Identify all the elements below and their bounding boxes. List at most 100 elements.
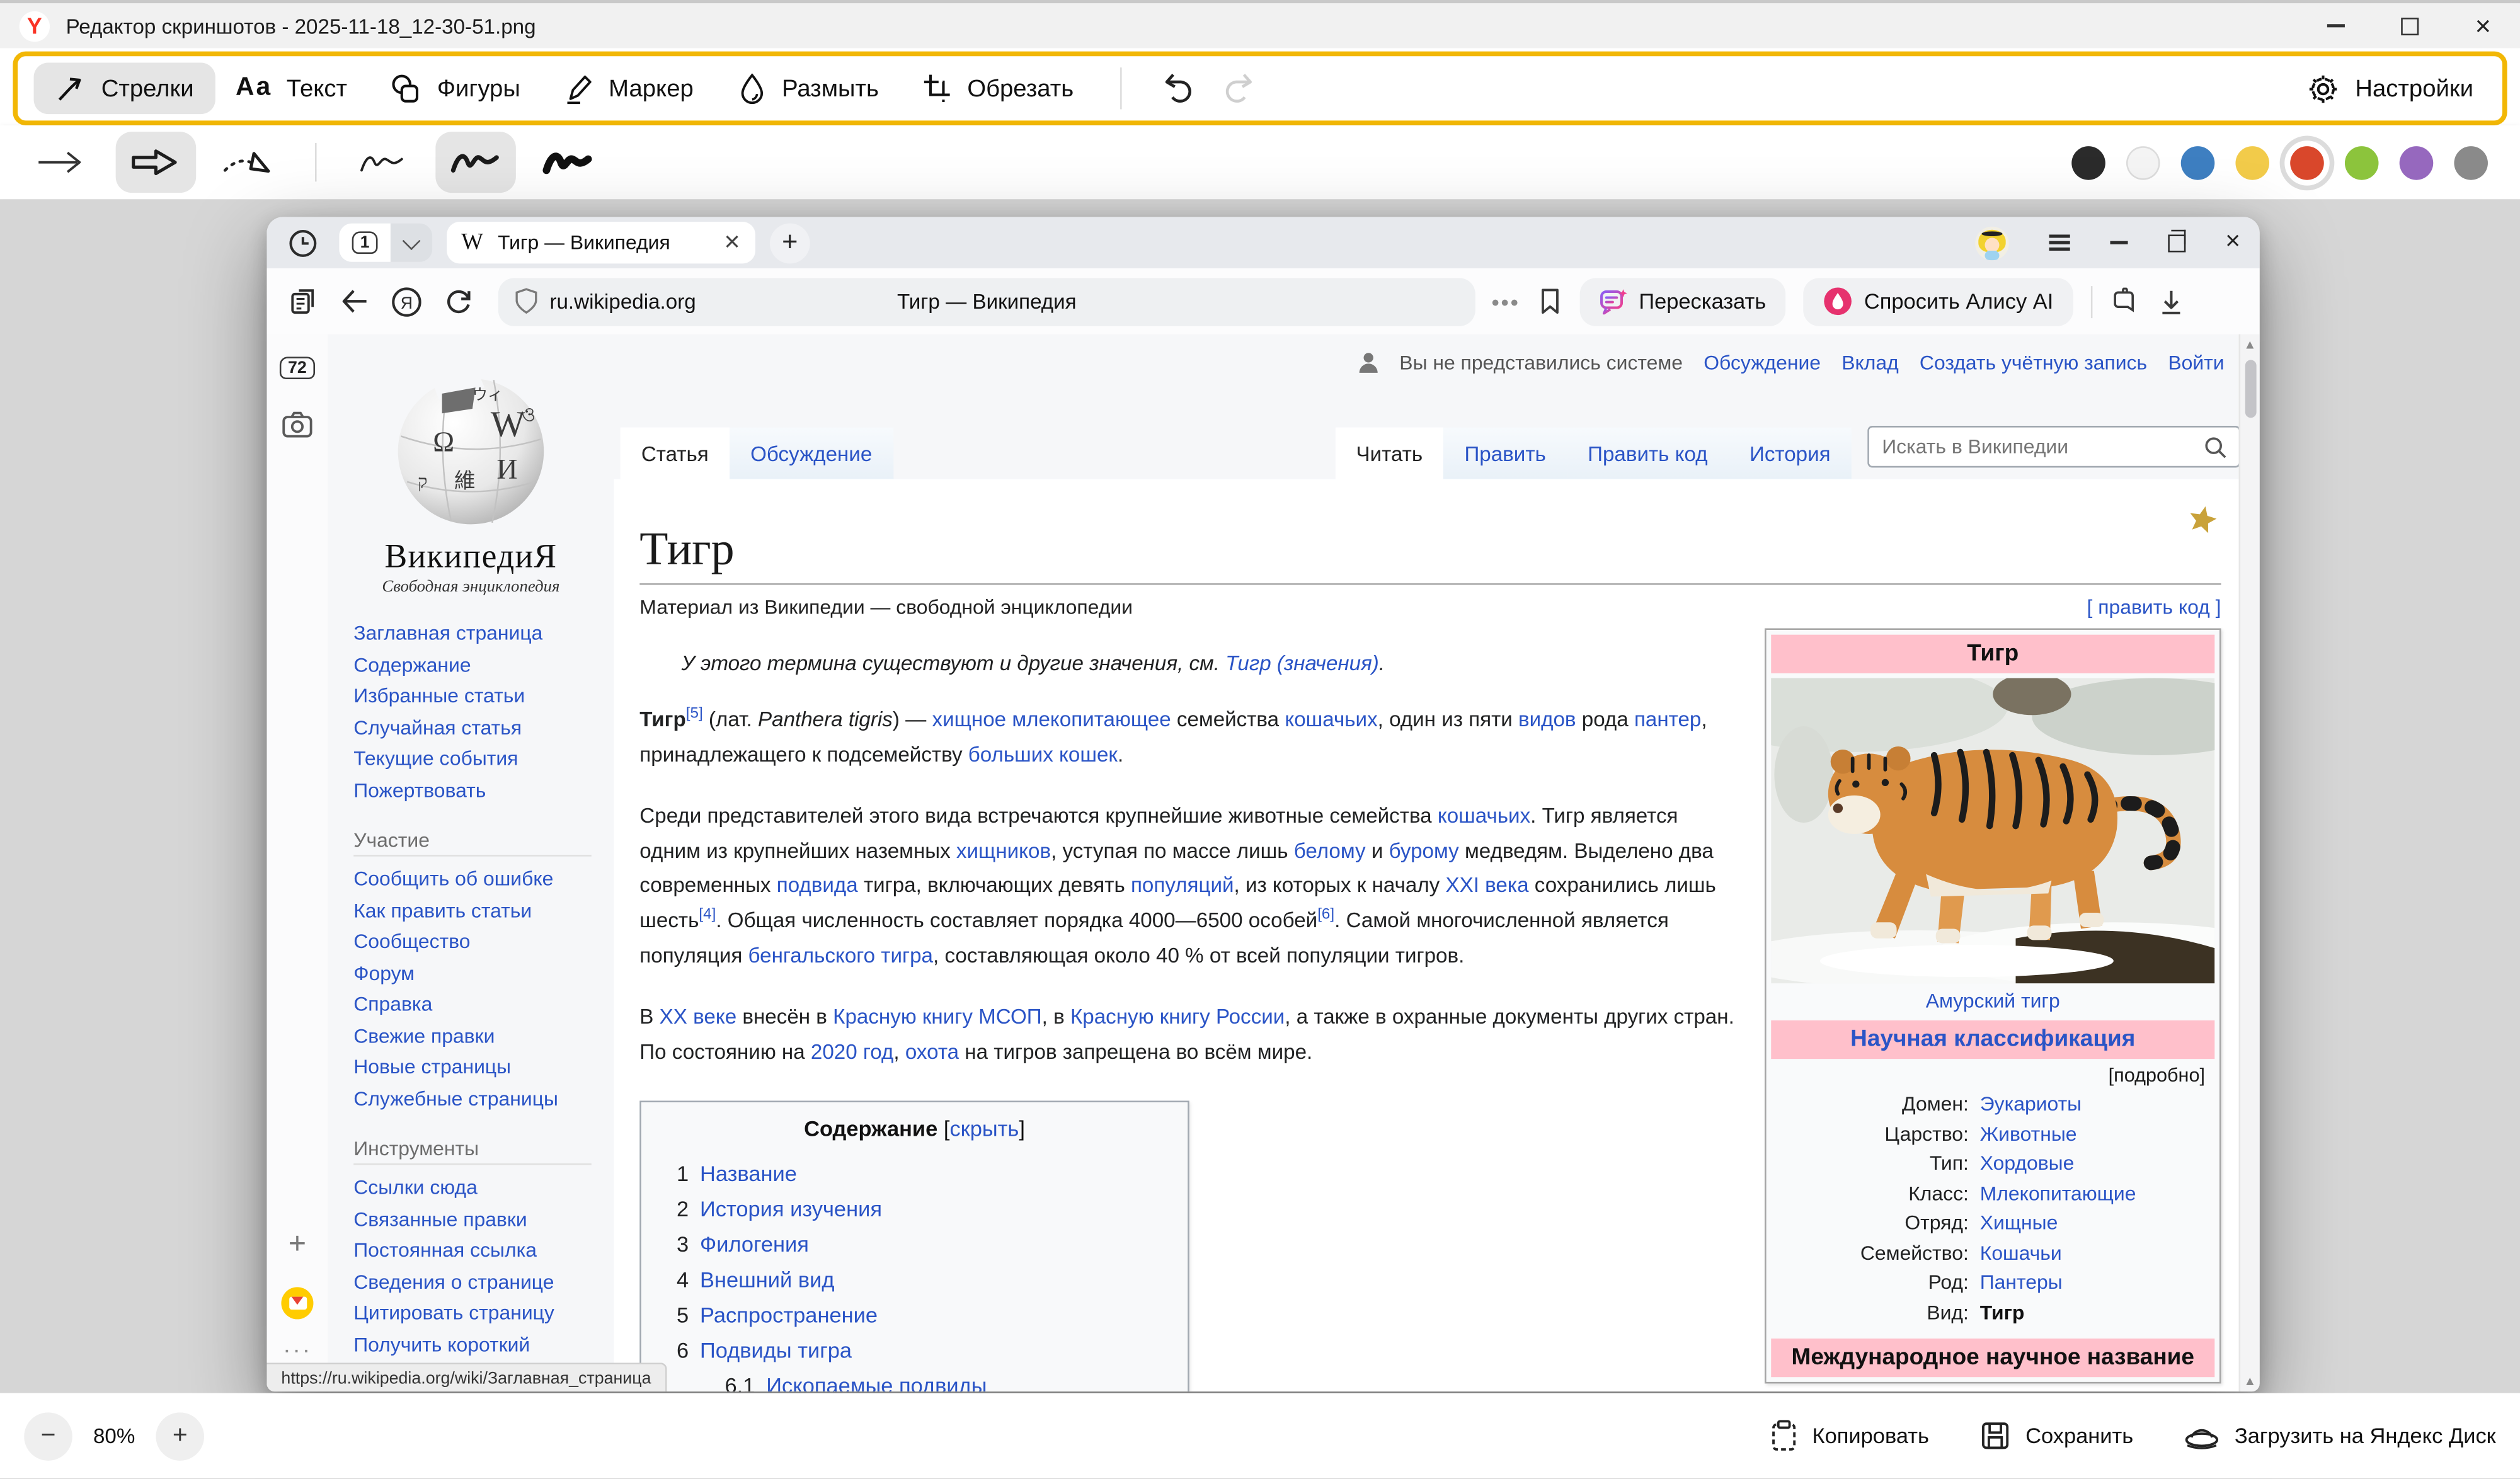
infobox-caption[interactable]: Амурский тигр	[1926, 990, 2060, 1012]
upload-to-disk-button[interactable]: Загрузить на Яндекс Диск	[2185, 1420, 2496, 1451]
browser-menu-icon[interactable]	[2049, 234, 2070, 251]
reload-button[interactable]	[444, 286, 474, 316]
editor-canvas[interactable]: 1 W Тигр — Википедия ✕ + ×	[0, 199, 2520, 1393]
new-tab-button[interactable]: +	[770, 222, 810, 263]
notes-counter-badge[interactable]: 72	[280, 357, 314, 379]
sidebar-link[interactable]: Избранные статьи	[353, 685, 525, 707]
toc-toggle[interactable]: скрыть	[949, 1117, 1019, 1141]
taxon-value[interactable]: Хордовые	[1980, 1152, 2208, 1175]
sidebar-link[interactable]: Постоянная ссылка	[353, 1239, 537, 1262]
stroke-thin[interactable]	[342, 132, 423, 193]
color-swatch-0[interactable]	[2071, 146, 2105, 180]
wiki-link[interactable]: XXI века	[1445, 873, 1528, 897]
sidebar-link[interactable]: Получить короткий	[353, 1333, 530, 1356]
scroll-down-icon[interactable]: ▲	[2243, 1376, 2256, 1388]
taxon-value[interactable]: Кошачьи	[1980, 1242, 2208, 1264]
reference-link[interactable]: [5]	[686, 705, 703, 722]
bookmark-icon[interactable]	[1538, 288, 1562, 315]
wiki-link[interactable]: больших кошек	[968, 742, 1118, 766]
color-swatch-1[interactable]	[2126, 146, 2160, 180]
edit-code-link[interactable]: [ править код ]	[2087, 596, 2221, 619]
wiki-link[interactable]: бенгальского тигра	[748, 942, 933, 966]
sidebar-link[interactable]: Свежие правки	[353, 1024, 495, 1047]
color-swatch-4[interactable]	[2290, 146, 2324, 180]
wiki-tab[interactable]: Править	[1443, 428, 1567, 481]
tiger-image[interactable]	[1771, 678, 2214, 984]
personal-link[interactable]: Обсуждение	[1704, 352, 1821, 375]
sidebar-link[interactable]: Пожертвовать	[353, 779, 486, 801]
toc-link[interactable]: Подвиды тигра	[700, 1339, 852, 1363]
arrow-style-dotted[interactable]	[209, 132, 290, 193]
sidebar-panels-icon[interactable]	[288, 286, 318, 316]
color-swatch-5[interactable]	[2345, 146, 2379, 180]
wiki-link[interactable]: кошачьих	[1285, 707, 1377, 731]
browser-minimize-button[interactable]	[2110, 241, 2128, 244]
wiki-link[interactable]: XX веке	[660, 1005, 736, 1029]
wiki-search-box[interactable]	[1867, 426, 2240, 467]
copy-button[interactable]: Копировать	[1769, 1419, 1929, 1453]
details-link[interactable]: [подробно]	[1771, 1059, 2214, 1093]
zoom-out-button[interactable]: −	[24, 1412, 72, 1460]
reference-link[interactable]: [4]	[699, 906, 716, 923]
ask-alice-button[interactable]: Спросить Алису AI	[1803, 277, 2073, 326]
toc-link[interactable]: Ископаемые подвиды	[766, 1374, 987, 1391]
sidebar-link[interactable]: Справка	[353, 993, 432, 1016]
wiki-link[interactable]: пантер	[1634, 707, 1701, 731]
sidebar-link[interactable]: Содержание	[353, 653, 471, 676]
wiki-tab[interactable]: Править код	[1567, 428, 1729, 481]
wiki-tab[interactable]: Статья	[621, 428, 730, 481]
tab-close-icon[interactable]: ✕	[723, 230, 741, 256]
sidebar-link[interactable]: Ссылки сюда	[353, 1176, 478, 1199]
screenshot-camera-icon[interactable]	[281, 410, 313, 439]
tool-crop[interactable]: Обрезать	[900, 62, 1094, 114]
wiki-link[interactable]: подвида	[777, 873, 858, 897]
mail-icon[interactable]	[281, 1287, 313, 1319]
wiki-link[interactable]: кошачьих	[1438, 804, 1530, 828]
wiki-tab[interactable]: Читать	[1335, 428, 1443, 481]
maximize-button[interactable]	[2372, 3, 2446, 48]
wiki-link[interactable]: бурому	[1389, 838, 1459, 862]
minimize-button[interactable]	[2298, 3, 2372, 48]
download-icon[interactable]	[2158, 287, 2184, 316]
sidebar-link[interactable]: Сообщество	[353, 930, 470, 953]
taxon-value[interactable]: Млекопитающие	[1980, 1182, 2208, 1204]
toc-link[interactable]: История изучения	[700, 1197, 882, 1221]
wiki-link[interactable]: хищное млекопитающее	[932, 707, 1171, 731]
sidebar-link[interactable]: Случайная статья	[353, 716, 522, 738]
browser-tab[interactable]: W Тигр — Википедия ✕	[447, 222, 755, 263]
tab-counter-chevron[interactable]	[391, 224, 432, 262]
sidebar-link[interactable]: Новые страницы	[353, 1056, 511, 1078]
color-swatch-6[interactable]	[2400, 146, 2434, 180]
wiki-tab[interactable]: История	[1729, 428, 1852, 481]
sidebar-link[interactable]: Сообщить об ошибке	[353, 868, 553, 891]
alice-avatar[interactable]	[1974, 226, 2008, 260]
taxon-value[interactable]: Пантеры	[1980, 1271, 2208, 1294]
arrow-style-outline[interactable]	[116, 132, 197, 193]
tool-marker[interactable]: Маркер	[541, 62, 714, 114]
tool-shapes[interactable]: Фигуры	[368, 62, 541, 115]
wiki-link[interactable]: Тигр (значения)	[1225, 651, 1379, 675]
taxon-value[interactable]: Животные	[1980, 1122, 2208, 1145]
wiki-link[interactable]: белому	[1294, 838, 1366, 862]
wiki-wordmark[interactable]: ВикипедиЯ	[328, 537, 614, 577]
more-menu-icon[interactable]: •••	[1491, 288, 1520, 314]
tool-text[interactable]: Аа Текст	[215, 64, 368, 113]
undo-button[interactable]	[1148, 62, 1209, 114]
redo-button[interactable]	[1208, 62, 1269, 114]
search-input[interactable]	[1869, 435, 2204, 458]
sidebar-link[interactable]: Связанные правки	[353, 1208, 527, 1230]
wiki-link[interactable]: 2020 год	[811, 1039, 893, 1063]
toc-link[interactable]: Филогения	[700, 1233, 809, 1257]
add-panel-icon[interactable]: +	[289, 1230, 306, 1260]
back-button[interactable]	[339, 288, 369, 315]
sidebar-link[interactable]: Как править статьи	[353, 899, 532, 922]
tool-blur[interactable]: Размыть	[714, 62, 900, 114]
taxon-value[interactable]: Эукариоты	[1980, 1093, 2208, 1116]
personal-link[interactable]: Вклад	[1841, 352, 1899, 375]
taxon-value[interactable]: Хищные	[1980, 1211, 2208, 1234]
scroll-up-icon[interactable]: ▲	[2243, 339, 2256, 351]
wiki-link[interactable]: популяций	[1131, 873, 1234, 897]
arrow-style-thin[interactable]	[23, 132, 103, 193]
wiki-link[interactable]: охота	[905, 1039, 959, 1063]
page-scrollbar[interactable]: ▲ ▲	[2239, 334, 2260, 1392]
